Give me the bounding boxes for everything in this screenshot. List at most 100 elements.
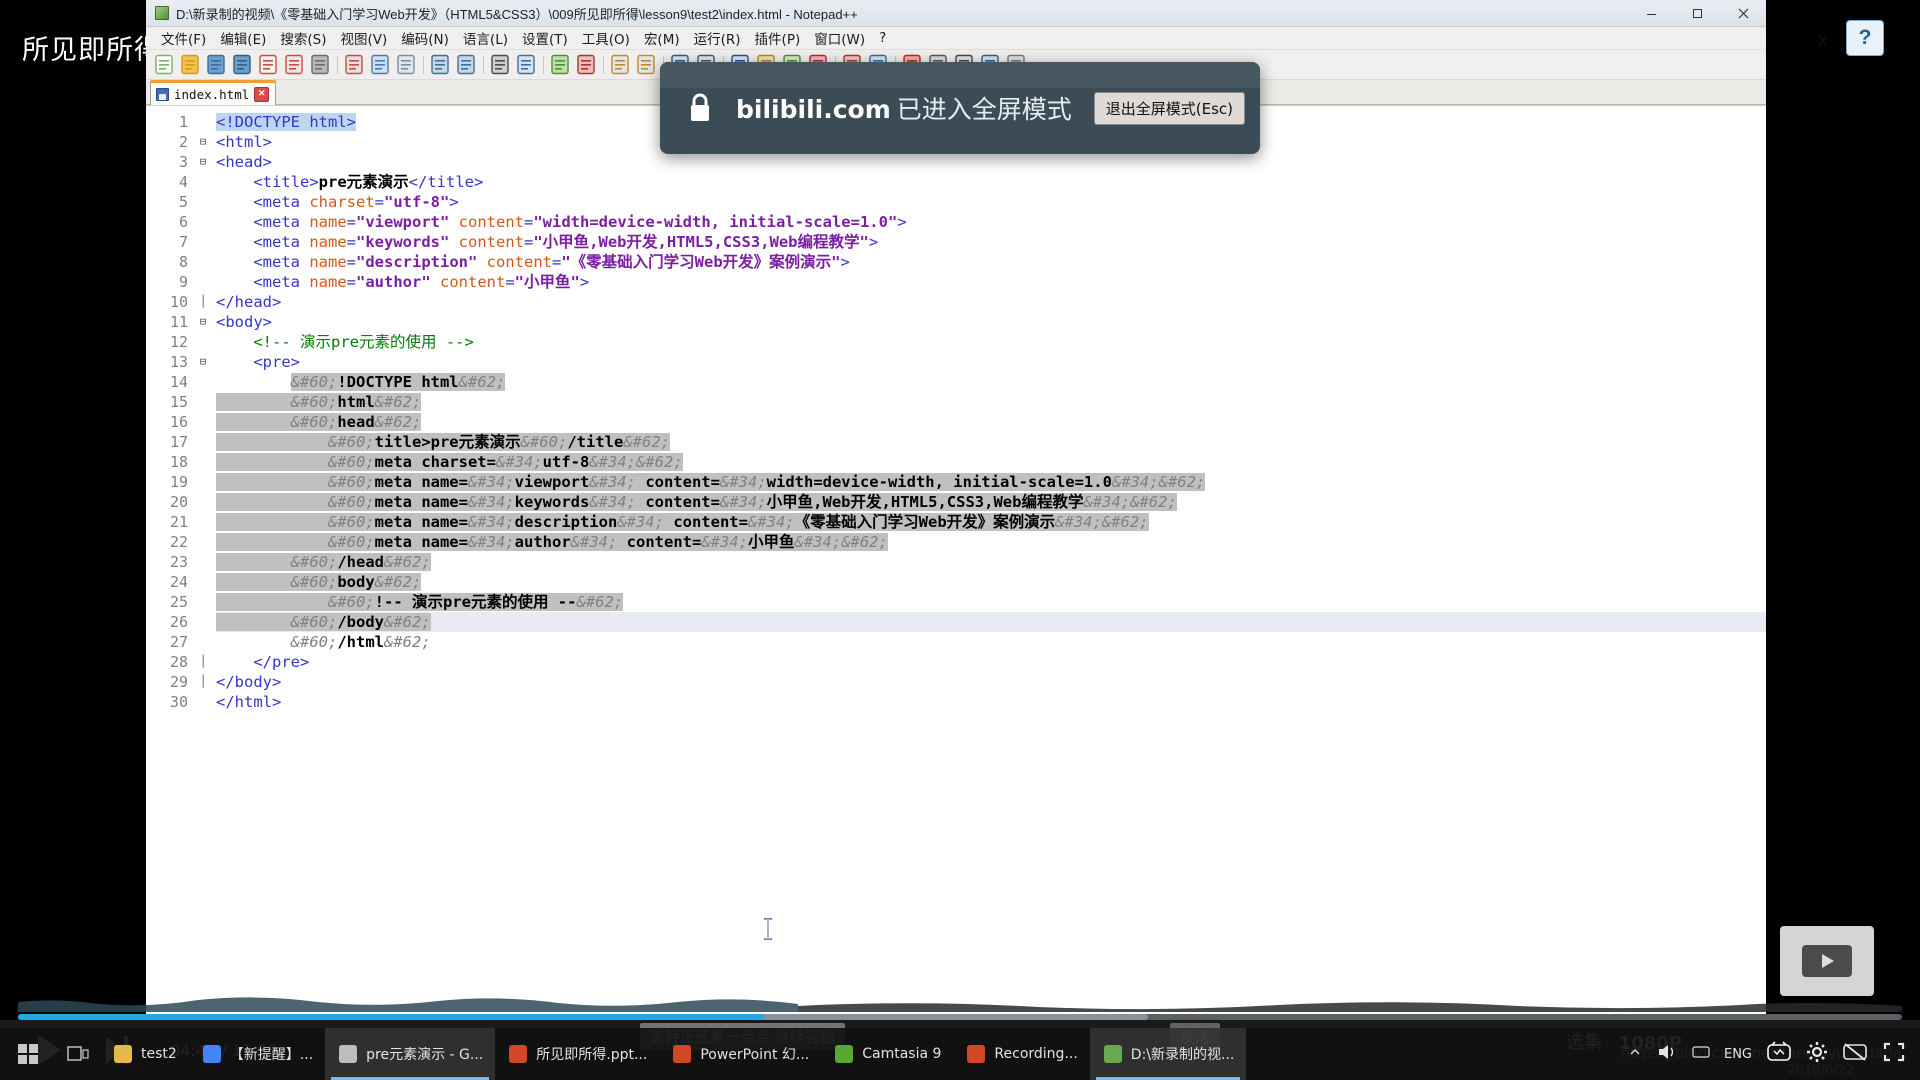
tab-index-html[interactable]: index.html ✕ xyxy=(150,80,277,105)
code-line[interactable]: <meta charset="utf-8"> xyxy=(216,192,1766,212)
code-line[interactable]: <!-- 演示pre元素的使用 --> xyxy=(216,332,1766,352)
bilibili-icon[interactable] xyxy=(1766,1041,1792,1067)
close-file-icon[interactable] xyxy=(256,52,281,77)
minimize-button[interactable] xyxy=(1628,0,1674,26)
zoom-in-icon[interactable] xyxy=(548,52,573,77)
menu-item-1[interactable]: 编辑(E) xyxy=(213,27,273,49)
tab-close-icon[interactable]: ✕ xyxy=(254,86,270,102)
sync-vertical-icon[interactable] xyxy=(608,52,633,77)
copy-icon[interactable] xyxy=(368,52,393,77)
code-line[interactable]: &#60;/html&#62; xyxy=(216,632,1766,652)
taskbar-item-6[interactable]: Recording... xyxy=(953,1028,1089,1080)
taskbar-item-1[interactable]: 【新提醒】... xyxy=(189,1028,325,1080)
ime-icon[interactable] xyxy=(1692,1044,1710,1064)
new-file-icon[interactable] xyxy=(152,52,177,77)
close-button[interactable] xyxy=(1720,0,1766,26)
code-line[interactable]: </head> xyxy=(216,292,1766,312)
menu-item-3[interactable]: 视图(V) xyxy=(334,27,395,49)
menu-item-2[interactable]: 搜索(S) xyxy=(273,27,333,49)
code-line[interactable]: </html> xyxy=(216,692,1766,712)
menu-item-4[interactable]: 编码(N) xyxy=(394,27,456,49)
menu-item-11[interactable]: 窗口(W) xyxy=(807,27,872,49)
paste-icon[interactable] xyxy=(394,52,419,77)
save-icon[interactable] xyxy=(204,52,229,77)
fold-toggle-icon[interactable]: ⊟ xyxy=(194,312,212,332)
code-token: "viewport" xyxy=(356,213,450,231)
code-line[interactable]: <head> xyxy=(216,152,1766,172)
cut-icon[interactable] xyxy=(342,52,367,77)
code-token: </head> xyxy=(216,293,282,311)
code-line[interactable]: <meta name="viewport" content="width=dev… xyxy=(216,212,1766,232)
fold-toggle-icon[interactable]: ⊟ xyxy=(194,152,212,172)
fold-toggle-icon[interactable]: ⊟ xyxy=(194,132,212,152)
find-icon[interactable] xyxy=(488,52,513,77)
taskbar-item-0[interactable]: test2 xyxy=(100,1028,189,1080)
fold-toggle-icon[interactable]: ⊟ xyxy=(194,352,212,372)
code-editor[interactable]: 1 2 3 4 5 6 7 8 9 10 11 12 13 14 15 16 17 18 19 20 21 22 23 24 2… xyxy=(146,105,1766,1022)
ime-label[interactable]: ENG xyxy=(1724,1047,1752,1062)
help-badge[interactable]: ? xyxy=(1846,20,1884,56)
code-line[interactable]: &#60;meta name=&#34;description&#34; con… xyxy=(216,512,1766,532)
code-token: name xyxy=(309,213,347,231)
code-token: <meta xyxy=(253,213,310,231)
code-line[interactable]: &#60;/body&#62; xyxy=(216,612,1766,632)
replace-icon[interactable] xyxy=(514,52,539,77)
code-line[interactable]: &#60;meta name=&#34;viewport&#34; conten… xyxy=(216,472,1766,492)
menu-item-0[interactable]: 文件(F) xyxy=(154,27,213,49)
gear-icon[interactable] xyxy=(1806,1041,1828,1067)
code-line[interactable]: &#60;/head&#62; xyxy=(216,552,1766,572)
redo-icon[interactable] xyxy=(454,52,479,77)
taskbar-item-7[interactable]: D:\新录制的视... xyxy=(1089,1028,1247,1080)
code-line[interactable]: <meta name="author" content="小甲鱼"> xyxy=(216,272,1766,292)
menu-item-7[interactable]: 工具(O) xyxy=(575,27,637,49)
code-line[interactable]: &#60;meta charset=&#34;utf-8&#34;&#62; xyxy=(216,452,1766,472)
open-file-icon[interactable] xyxy=(178,52,203,77)
maximize-button[interactable] xyxy=(1674,0,1720,26)
taskbar-item-5[interactable]: Camtasia 9 xyxy=(821,1028,953,1080)
code-line[interactable]: <title>pre元素演示</title> xyxy=(216,172,1766,192)
fullscreen-exit-icon[interactable] xyxy=(1882,1041,1906,1067)
code-line[interactable]: </body> xyxy=(216,672,1766,692)
code-line[interactable]: </pre> xyxy=(216,652,1766,672)
save-all-icon[interactable] xyxy=(230,52,255,77)
print-icon[interactable] xyxy=(308,52,333,77)
menu-item-12[interactable]: ? xyxy=(872,29,893,47)
volume-icon[interactable] xyxy=(1656,1042,1678,1066)
sync-horizontal-icon[interactable] xyxy=(634,52,659,77)
code-line[interactable]: <meta name="keywords" content="小甲鱼,Web开发… xyxy=(216,232,1766,252)
video-thumbnail-preview[interactable] xyxy=(1780,926,1874,996)
exit-fullscreen-button[interactable]: 退出全屏模式(Esc) xyxy=(1093,91,1246,125)
fold-blank xyxy=(194,692,212,712)
code-line[interactable]: &#60;meta name=&#34;keywords&#34; conten… xyxy=(216,492,1766,512)
code-line[interactable]: &#60;title>pre元素演示&#60;/title&#62; xyxy=(216,432,1766,452)
windows-start-icon[interactable] xyxy=(0,1028,56,1080)
chevron-up-icon[interactable] xyxy=(1628,1045,1642,1063)
close-marker[interactable]: X xyxy=(1817,32,1828,51)
fold-margin[interactable]: ⊟ ⊟ │ ⊟ ⊟ │ │ xyxy=(194,106,212,1022)
line-number: 16 xyxy=(169,413,188,431)
zoom-out-icon[interactable] xyxy=(574,52,599,77)
menu-item-5[interactable]: 语言(L) xyxy=(456,27,515,49)
undo-icon[interactable] xyxy=(428,52,453,77)
close-all-icon[interactable] xyxy=(282,52,307,77)
code-line[interactable]: <meta name="description" content="《零基础入门… xyxy=(216,252,1766,272)
code-line[interactable]: &#60;html&#62; xyxy=(216,392,1766,412)
code-content[interactable]: <!DOCTYPE html> <html> <head> <title>pre元素… xyxy=(212,106,1766,1022)
menu-item-6[interactable]: 设置(T) xyxy=(515,27,575,49)
taskbar-item-2[interactable]: pre元素演示 - G... xyxy=(325,1028,496,1080)
code-line[interactable]: &#60;!DOCTYPE html&#62; xyxy=(216,372,1766,392)
taskbar-item-3[interactable]: 所见即所得.ppt... xyxy=(495,1028,659,1080)
code-line[interactable]: &#60;head&#62; xyxy=(216,412,1766,432)
code-line[interactable]: <body> xyxy=(216,312,1766,332)
code-line[interactable]: &#60;meta name=&#34;author&#34; content=… xyxy=(216,532,1766,552)
menu-item-9[interactable]: 运行(R) xyxy=(687,27,748,49)
code-line[interactable]: <pre> xyxy=(216,352,1766,372)
menu-item-8[interactable]: 宏(M) xyxy=(637,27,687,49)
code-token: /title xyxy=(567,433,624,451)
code-line[interactable]: &#60;body&#62; xyxy=(216,572,1766,592)
menu-item-10[interactable]: 插件(P) xyxy=(748,27,808,49)
danmaku-off-icon[interactable] xyxy=(1842,1041,1868,1067)
taskbar-item-4[interactable]: PowerPoint 幻... xyxy=(659,1028,821,1080)
code-line[interactable]: &#60;!-- 演示pre元素的使用 --&#62; xyxy=(216,592,1766,612)
task-view-icon[interactable] xyxy=(56,1028,100,1080)
